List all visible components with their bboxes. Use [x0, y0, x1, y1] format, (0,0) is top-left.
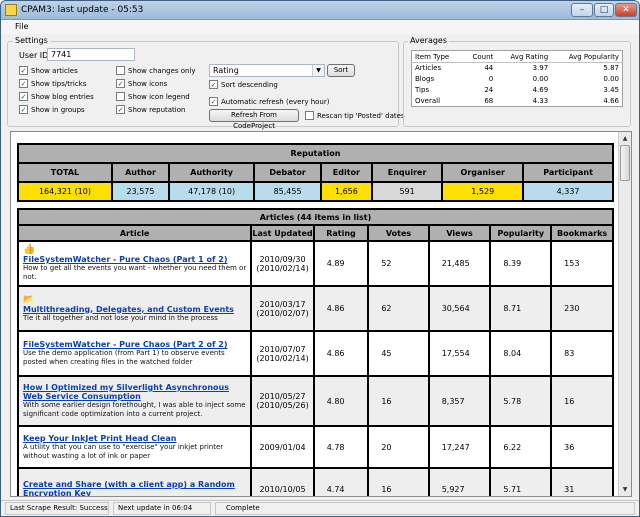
article-link[interactable]: Create and Share (with a client app) a R… — [23, 480, 246, 496]
articles-table: Articles (44 items in list) Article Last… — [16, 208, 614, 496]
rep-editor: 1,656 — [320, 181, 373, 202]
sort-select[interactable]: Rating ▼ — [209, 64, 325, 77]
table-row: Create and Share (with a client app) a R… — [16, 467, 614, 496]
article-link[interactable]: FileSystemWatcher - Pure Chaos (Part 2 o… — [23, 340, 246, 349]
menu-bar: File — [1, 20, 639, 34]
user-id-input[interactable]: 7741 — [47, 48, 135, 61]
main-window: CPAM3: last update - 05:53 – □ ✕ File Se… — [0, 0, 640, 517]
table-row: Blogs 0 0.00 0.00 — [415, 75, 619, 83]
reputation-title: Reputation — [17, 143, 614, 164]
show-tips-checkbox[interactable]: ✓ Show tips/tricks — [19, 79, 86, 88]
rep-total: 164,321 (10) — [17, 181, 113, 202]
content-panel[interactable]: Reputation TOTAL Author Authority Debato… — [10, 131, 632, 497]
scroll-down-icon[interactable]: ▼ — [620, 484, 630, 495]
sort-descending-checkbox[interactable]: ✓ Sort descending — [209, 80, 278, 89]
app-icon — [5, 4, 17, 16]
table-row: Keep Your InkJet Print Head Clean A util… — [16, 425, 614, 469]
rep-enquirer: 591 — [370, 181, 444, 202]
checkmark-icon: ✓ — [19, 105, 28, 114]
maximize-button[interactable]: □ — [594, 3, 614, 17]
status-scrape: Last Scrape Result: Success — [5, 502, 109, 515]
show-reputation-checkbox[interactable]: ✓ Show reputation — [116, 105, 185, 114]
averages-group-label: Averages — [408, 36, 450, 45]
auto-refresh-checkbox[interactable]: ✓ Automatic refresh (every hour) — [209, 97, 329, 106]
avg-header-type: Item Type — [411, 50, 463, 63]
vertical-scrollbar[interactable]: ▲ ▼ — [618, 132, 631, 496]
sort-button[interactable]: Sort — [327, 64, 355, 77]
articles-title: Articles (44 items in list) — [17, 208, 614, 226]
thumbs-up-icon: 👍 — [23, 244, 36, 255]
article-link[interactable]: Multithreading, Delegates, and Custom Ev… — [23, 305, 246, 314]
table-row: 👍 FileSystemWatcher - Pure Chaos (Part 1… — [16, 240, 614, 287]
title-bar[interactable]: CPAM3: last update - 05:53 – □ ✕ — [1, 1, 639, 20]
chevron-down-icon: ▼ — [312, 65, 324, 76]
minimize-button[interactable]: – — [571, 3, 593, 17]
article-link[interactable]: Keep Your InkJet Print Head Clean — [23, 434, 246, 443]
show-blog-checkbox[interactable]: ✓ Show blog entries — [19, 92, 94, 101]
show-changes-checkbox[interactable]: Show changes only — [116, 66, 196, 75]
table-row: 📂 Multithreading, Delegates, and Custom … — [16, 285, 614, 332]
window-title: CPAM3: last update - 05:53 — [21, 5, 144, 15]
show-articles-checkbox[interactable]: ✓ Show articles — [19, 66, 78, 75]
scroll-thumb[interactable] — [620, 145, 630, 181]
checkmark-icon: ✓ — [209, 80, 218, 89]
checkmark-icon: ✓ — [116, 105, 125, 114]
settings-group-label: Settings — [13, 36, 50, 45]
table-row: How I Optimized my Silverlight Asynchron… — [16, 375, 614, 427]
rescan-tip-checkbox[interactable]: Rescan tip 'Posted' dates — [305, 111, 405, 120]
avg-header-popularity: Avg Popularity — [551, 50, 623, 63]
article-link[interactable]: FileSystemWatcher - Pure Chaos (Part 1 o… — [23, 255, 246, 264]
refresh-button[interactable]: Refresh From CodeProject — [209, 109, 299, 130]
show-icons-checkbox[interactable]: ✓ Show icons — [116, 79, 167, 88]
show-icon-legend-checkbox[interactable]: Show icon legend — [116, 92, 190, 101]
checkmark-icon: ✓ — [19, 92, 28, 101]
show-groups-checkbox[interactable]: ✓ Show in groups — [19, 105, 85, 114]
avg-header-rating: Avg Rating — [496, 50, 552, 63]
status-next-update: Next update in 06:04 — [113, 502, 211, 515]
scroll-up-icon[interactable]: ▲ — [620, 133, 630, 144]
checkmark-icon: ✓ — [209, 97, 218, 106]
status-bar: Last Scrape Result: Success Next update … — [1, 500, 639, 516]
rep-participant: 4,337 — [522, 181, 614, 202]
folder-icon: 📂 — [23, 294, 35, 305]
table-row: Tips 24 4.69 3.45 — [415, 86, 619, 94]
article-link[interactable]: How I Optimized my Silverlight Asynchron… — [23, 383, 246, 401]
table-row: Overall 68 4.33 4.66 — [415, 96, 619, 105]
rep-organiser: 1,529 — [441, 181, 525, 202]
checkmark-icon: ✓ — [116, 79, 125, 88]
close-button[interactable]: ✕ — [615, 3, 637, 17]
menu-file[interactable]: File — [15, 22, 28, 31]
table-row: FileSystemWatcher - Pure Chaos (Part 2 o… — [16, 330, 614, 377]
rep-debator: 85,455 — [253, 181, 323, 202]
status-state: Complete — [215, 502, 635, 515]
rep-authority: 47,178 (10) — [168, 181, 256, 202]
reputation-table: Reputation TOTAL Author Authority Debato… — [17, 143, 614, 202]
user-id-label: User ID — [19, 51, 49, 60]
table-row: Articles 44 3.97 5.87 — [415, 64, 619, 73]
checkmark-icon: ✓ — [19, 79, 28, 88]
averages-table: Item Type Count Avg Rating Avg Popularit… — [411, 50, 623, 107]
checkmark-icon: ✓ — [19, 66, 28, 75]
rep-author: 23,575 — [110, 181, 171, 202]
avg-header-count: Count — [462, 50, 497, 63]
